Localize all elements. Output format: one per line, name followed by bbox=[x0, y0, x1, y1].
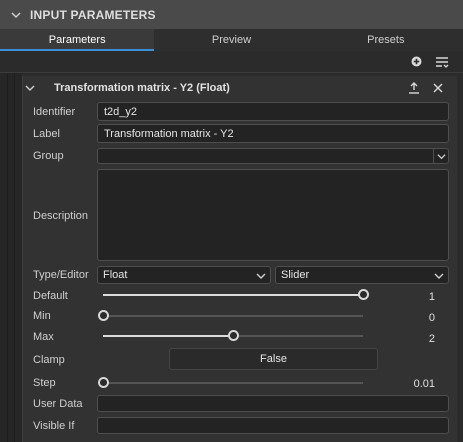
slider-knob[interactable] bbox=[357, 289, 369, 300]
max-label: Max bbox=[33, 331, 54, 343]
description-label: Description bbox=[33, 210, 89, 222]
slider-fill bbox=[103, 294, 363, 296]
type-value: Float bbox=[103, 269, 128, 281]
step-value[interactable]: 0.01 bbox=[383, 378, 435, 390]
max-slider[interactable] bbox=[103, 329, 363, 343]
description-textarea[interactable] bbox=[97, 169, 449, 261]
slider-knob[interactable] bbox=[97, 310, 109, 321]
chevron-down-icon bbox=[256, 273, 266, 279]
step-slider[interactable] bbox=[97, 376, 363, 390]
group-combobox[interactable] bbox=[97, 148, 449, 164]
tab-preview[interactable]: Preview bbox=[154, 29, 308, 51]
editor-value: Slider bbox=[281, 269, 310, 281]
toolbar bbox=[0, 51, 463, 73]
min-value[interactable]: 0 bbox=[383, 312, 435, 324]
add-circle-icon[interactable] bbox=[409, 55, 423, 69]
default-value[interactable]: 1 bbox=[383, 291, 435, 303]
tab-parameters[interactable]: Parameters bbox=[0, 29, 155, 51]
min-label: Min bbox=[33, 310, 51, 322]
group-label: Group bbox=[33, 150, 64, 162]
section-title: Transformation matrix - Y2 (Float) bbox=[54, 82, 230, 94]
slider-fill bbox=[103, 335, 233, 337]
panel-title: INPUT PARAMETERS bbox=[30, 7, 156, 22]
chevron-down-icon[interactable] bbox=[433, 149, 448, 163]
slider-knob[interactable] bbox=[97, 377, 109, 388]
editor-select[interactable]: Slider bbox=[275, 266, 449, 284]
label-label: Label bbox=[33, 128, 60, 140]
tree-gutter bbox=[0, 73, 22, 442]
chevron-down-icon bbox=[434, 273, 444, 279]
input-parameters-panel: INPUT PARAMETERS Parameters Preview Pres… bbox=[0, 0, 463, 442]
chevron-down-icon[interactable] bbox=[11, 10, 21, 20]
clamp-label: Clamp bbox=[33, 354, 65, 366]
default-slider[interactable] bbox=[103, 288, 369, 302]
max-value[interactable]: 2 bbox=[383, 333, 435, 345]
parameter-section: Transformation matrix - Y2 (Float) Ident… bbox=[22, 76, 457, 442]
type-select[interactable]: Float bbox=[97, 266, 271, 284]
type-editor-label: Type/Editor bbox=[33, 269, 89, 281]
user-data-field[interactable] bbox=[97, 395, 449, 412]
close-icon[interactable] bbox=[431, 81, 445, 95]
label-field[interactable]: Transformation matrix - Y2 bbox=[97, 124, 449, 143]
min-slider[interactable] bbox=[97, 309, 363, 323]
visible-if-label: Visible If bbox=[33, 420, 75, 432]
slider-track bbox=[103, 315, 363, 317]
slider-knob[interactable] bbox=[227, 330, 239, 341]
user-data-label: User Data bbox=[33, 398, 83, 410]
tab-presets[interactable]: Presets bbox=[309, 29, 463, 51]
chevron-down-icon[interactable] bbox=[25, 83, 35, 93]
default-label: Default bbox=[33, 290, 68, 302]
sort-list-icon[interactable] bbox=[435, 55, 449, 69]
identifier-label: Identifier bbox=[33, 106, 76, 118]
slider-track bbox=[103, 382, 363, 384]
identifier-field[interactable]: t2d_y2 bbox=[97, 102, 449, 121]
tab-bar: Parameters Preview Presets bbox=[0, 29, 463, 51]
clamp-toggle-button[interactable]: False bbox=[169, 348, 378, 370]
panel-header[interactable]: INPUT PARAMETERS bbox=[0, 0, 463, 29]
export-icon[interactable] bbox=[407, 81, 421, 95]
step-label: Step bbox=[33, 377, 56, 389]
section-header[interactable]: Transformation matrix - Y2 (Float) bbox=[23, 76, 458, 100]
gutter-line bbox=[14, 73, 15, 442]
visible-if-field[interactable] bbox=[97, 417, 449, 434]
gutter-line bbox=[7, 73, 8, 442]
